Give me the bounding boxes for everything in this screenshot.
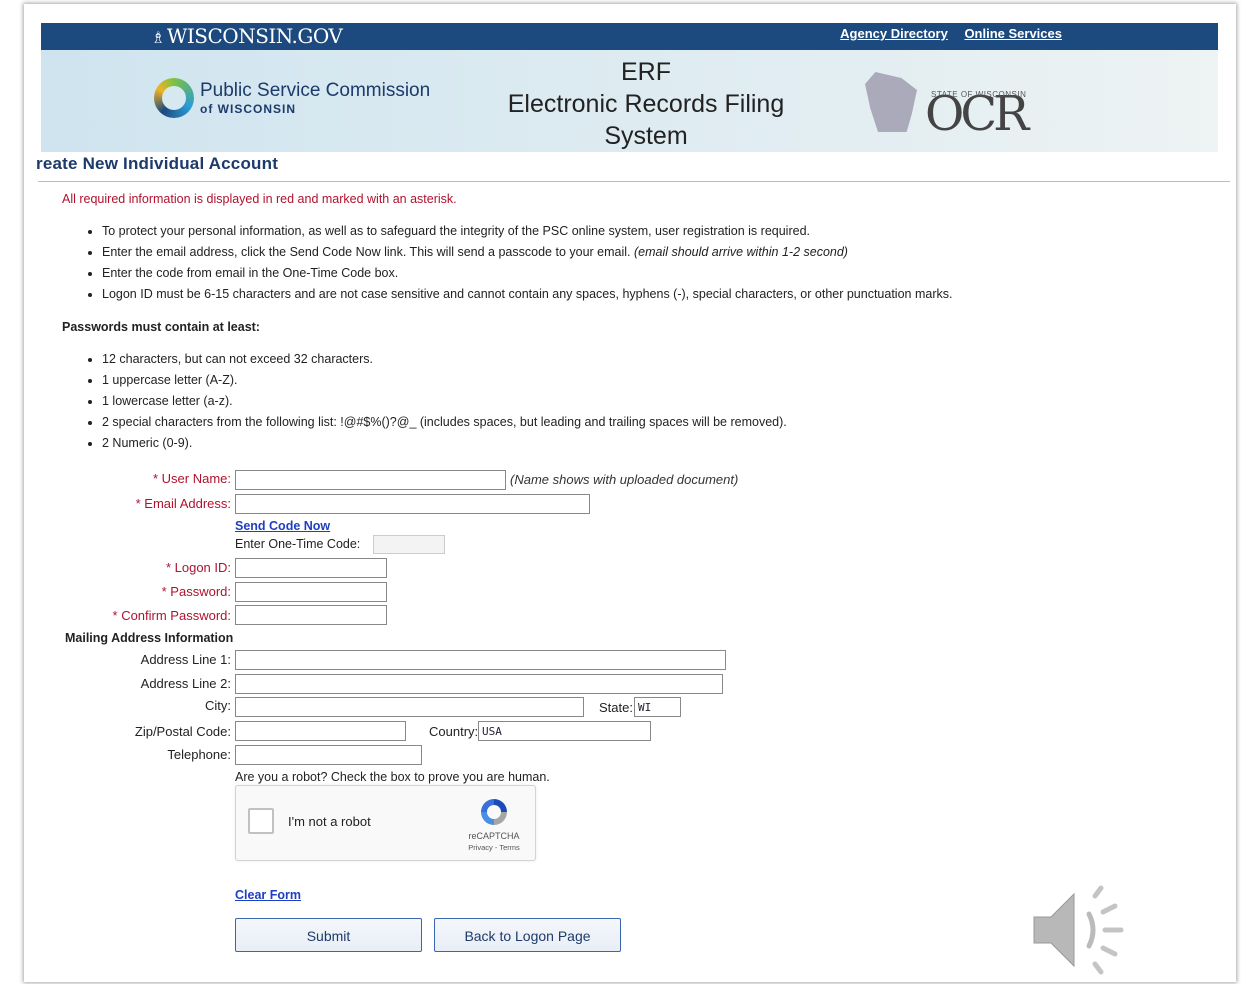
psc-logo[interactable]: Public Service Commission of WISCONSIN — [154, 78, 430, 118]
back-to-logon-button[interactable]: Back to Logon Page — [434, 918, 621, 952]
agency-directory-link[interactable]: Agency Directory — [840, 26, 948, 41]
confirm-password-input[interactable] — [235, 605, 387, 625]
logon-id-label: * Logon ID: — [165, 560, 231, 575]
email-timing-note: (email should arrive within 1-2 second) — [633, 245, 848, 259]
speaker-icon[interactable] — [1029, 882, 1139, 978]
address-line2-label: Address Line 2: — [140, 676, 231, 691]
email-input[interactable] — [235, 494, 590, 514]
top-bar: ♗ WISCONSIN.GOV Agency Directory Online S… — [41, 23, 1218, 50]
telephone-label: Telephone: — [167, 747, 231, 762]
list-item: 2 special characters from the following … — [102, 412, 787, 433]
city-input[interactable] — [235, 697, 584, 717]
recaptcha-checkbox[interactable] — [248, 808, 274, 834]
country-label: Country: — [429, 724, 479, 739]
zip-input[interactable] — [235, 721, 406, 741]
ocr-state-text: STATE OF WISCONSIN — [931, 90, 1027, 99]
erf-title-line1: ERF — [621, 58, 671, 86]
list-item: 12 characters, but can not exceed 32 cha… — [102, 349, 787, 370]
required-note: All required information is displayed in… — [62, 192, 457, 206]
state-label: State: — [599, 700, 633, 715]
wisconsin-map-icon — [865, 72, 917, 132]
clear-form-link[interactable]: Clear Form — [235, 888, 301, 902]
divider — [38, 181, 1230, 182]
list-item: Enter the code from email in the One-Tim… — [102, 263, 1222, 284]
recaptcha-widget: I'm not a robot reCAPTCHA Privacy - Term… — [235, 785, 536, 861]
password-label: * Password: — [161, 584, 231, 599]
list-item: 1 uppercase letter (A-Z). — [102, 370, 787, 391]
one-time-code-label: Enter One-Time Code: — [235, 537, 361, 551]
recaptcha-icon — [481, 799, 507, 825]
page-title: reate New Individual Account — [36, 154, 279, 173]
instructions-list: To protect your personal information, as… — [62, 221, 1222, 305]
recaptcha-brand: reCAPTCHA — [468, 831, 520, 841]
online-services-link[interactable]: Online Services — [964, 26, 1062, 41]
logon-id-input[interactable] — [235, 558, 387, 578]
psc-subname: of WISCONSIN — [200, 102, 296, 116]
user-name-label: * User Name: — [152, 471, 231, 486]
telephone-input[interactable] — [235, 745, 422, 765]
mailing-address-heading: Mailing Address Information — [65, 631, 234, 645]
address-line1-label: Address Line 1: — [140, 652, 231, 667]
password-input[interactable] — [235, 582, 387, 602]
password-rules-list: 12 characters, but can not exceed 32 cha… — [62, 349, 787, 454]
country-input[interactable] — [478, 721, 651, 741]
wisconsin-gov-text: WISCONSIN.GOV — [166, 24, 343, 48]
recaptcha-terms-link[interactable]: Privacy - Terms — [464, 843, 524, 852]
user-name-input[interactable] — [235, 470, 506, 490]
email-label: * Email Address: — [135, 496, 231, 511]
slide-frame: ♗ WISCONSIN.GOV Agency Directory Online S… — [24, 4, 1236, 982]
list-item: Enter the email address, click the Send … — [102, 242, 1222, 263]
user-name-note: (Name shows with uploaded document) — [510, 472, 739, 487]
erf-title-line2: Electronic Records Filing — [507, 90, 785, 118]
erf-title-line3: System — [604, 122, 688, 150]
header-banner: Public Service Commission of WISCONSIN E… — [41, 50, 1218, 152]
city-label: City: — [205, 698, 231, 713]
send-code-link[interactable]: Send Code Now — [235, 519, 330, 533]
badger-logo-icon: ♗ — [151, 28, 165, 47]
state-input[interactable] — [634, 697, 681, 717]
wisconsin-gov-logo[interactable]: ♗ WISCONSIN.GOV — [151, 23, 343, 50]
zip-label: Zip/Postal Code: — [134, 724, 231, 739]
list-item: 2 Numeric (0-9). — [102, 433, 787, 454]
robot-prompt: Are you a robot? Check the box to prove … — [235, 770, 550, 784]
address-line1-input[interactable] — [235, 650, 726, 670]
ocr-logo: OCR STATE OF WISCONSIN — [861, 68, 1061, 142]
list-item: To protect your personal information, as… — [102, 221, 1222, 242]
erf-title: ERF Electronic Records Filing System — [471, 56, 821, 152]
psc-name: Public Service Commission — [200, 80, 431, 101]
recaptcha-label: I'm not a robot — [288, 814, 371, 829]
password-rules-heading: Passwords must contain at least: — [62, 320, 260, 334]
list-item: 1 lowercase letter (a-z). — [102, 391, 787, 412]
confirm-password-label: * Confirm Password: — [112, 608, 232, 623]
one-time-code-input[interactable] — [373, 535, 445, 554]
list-item: Logon ID must be 6-15 characters and are… — [102, 284, 1222, 305]
submit-button[interactable]: Submit — [235, 918, 422, 952]
top-links: Agency Directory Online Services — [827, 26, 1062, 41]
address-line2-input[interactable] — [235, 674, 723, 694]
psc-swirl-icon — [154, 78, 194, 118]
